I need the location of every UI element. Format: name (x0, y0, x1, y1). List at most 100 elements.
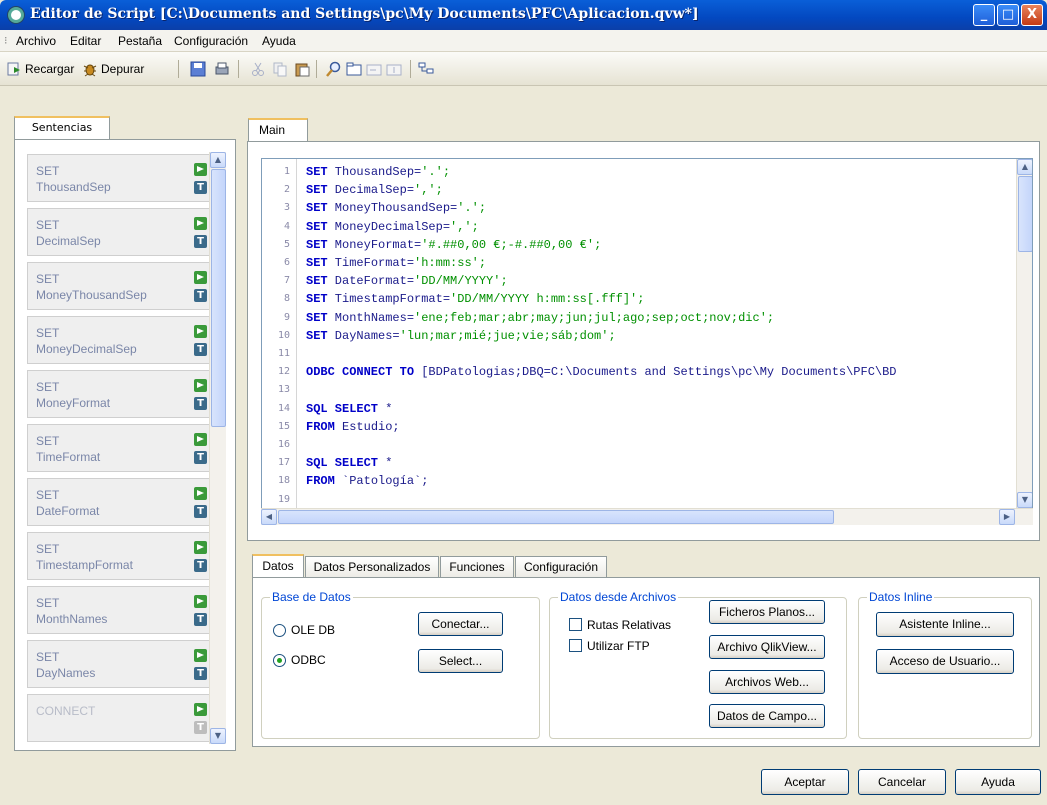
scroll-down-icon[interactable]: ▼ (1017, 492, 1032, 508)
reload-button[interactable]: Recargar (6, 58, 74, 80)
statement-item[interactable]: CONNECT T (27, 694, 213, 742)
editor-hscrollbar[interactable]: ◀ ▶ (261, 508, 1033, 525)
copy-icon[interactable] (272, 61, 288, 77)
statement-type-icon[interactable]: T (194, 667, 207, 680)
promote-tab-icon[interactable] (386, 61, 402, 77)
close-button[interactable]: X (1021, 4, 1043, 26)
menu-pestana[interactable]: Pestaña (118, 34, 162, 48)
statement-item[interactable]: SET MoneyDecimalSep T (27, 316, 213, 364)
go-to-statement-icon[interactable] (194, 433, 207, 446)
help-button[interactable]: Ayuda (955, 769, 1041, 795)
minimize-button[interactable]: _ (973, 4, 995, 26)
accept-button[interactable]: Aceptar (761, 769, 849, 795)
tab-datos[interactable]: Datos (252, 554, 304, 578)
statement-type-icon[interactable]: T (194, 451, 207, 464)
go-to-statement-icon[interactable] (194, 325, 207, 338)
save-icon[interactable] (190, 61, 206, 77)
statement-type-icon[interactable]: T (194, 559, 207, 572)
statement-item[interactable]: SET MoneyThousandSep T (27, 262, 213, 310)
go-to-statement-icon[interactable] (194, 217, 207, 230)
tab-configuracion[interactable]: Configuración (515, 556, 607, 578)
qlikview-file-button[interactable]: Archivo QlikView... (709, 635, 825, 659)
scroll-up-icon[interactable]: ▲ (1017, 159, 1032, 175)
print-icon[interactable] (214, 61, 230, 77)
statement-name: DecimalSep (36, 234, 101, 248)
connect-button[interactable]: Conectar... (418, 612, 503, 636)
tab-funciones[interactable]: Funciones (440, 556, 514, 578)
statement-type-icon[interactable]: T (194, 505, 207, 518)
field-data-button[interactable]: Datos de Campo... (709, 704, 825, 728)
go-to-statement-icon[interactable] (194, 703, 207, 716)
inline-wizard-button[interactable]: Asistente Inline... (876, 612, 1014, 637)
scroll-left-icon[interactable]: ◀ (261, 509, 277, 525)
scroll-thumb[interactable] (278, 510, 834, 524)
statement-name: TimeFormat (36, 450, 101, 464)
script-icon[interactable] (418, 61, 434, 77)
web-files-button[interactable]: Archivos Web... (709, 670, 825, 694)
use-ftp-checkbox[interactable] (569, 639, 582, 652)
title-bar: Editor de Script [C:\Documents and Setti… (0, 0, 1047, 30)
go-to-statement-icon[interactable] (194, 379, 207, 392)
menu-configuracion[interactable]: Configuración (174, 34, 248, 48)
go-to-statement-icon[interactable] (194, 163, 207, 176)
statements-scrollbar[interactable]: ▲ ▼ (209, 152, 226, 744)
go-to-statement-icon[interactable] (194, 649, 207, 662)
statement-type-icon[interactable]: T (194, 235, 207, 248)
code-line: SET MoneyThousandSep='.'; (306, 201, 486, 215)
code-text: MoneyThousandSep= (327, 201, 458, 216)
script-editor[interactable]: 1 SET ThousandSep='.'; 2 SET DecimalSep=','… (261, 158, 1033, 524)
statement-item[interactable]: SET DecimalSep T (27, 208, 213, 256)
cut-icon[interactable] (250, 61, 266, 77)
insert-tab-icon[interactable] (366, 61, 382, 77)
statement-type-icon[interactable]: T (194, 181, 207, 194)
tab-main[interactable]: Main (248, 118, 308, 142)
go-to-statement-icon[interactable] (194, 541, 207, 554)
statement-item[interactable]: SET DayNames T (27, 640, 213, 688)
menu-ayuda[interactable]: Ayuda (262, 34, 296, 48)
statement-type-icon[interactable]: T (194, 397, 207, 410)
code-line: SET TimeFormat='h:mm:ss'; (306, 256, 486, 270)
user-access-button[interactable]: Acceso de Usuario... (876, 649, 1014, 674)
find-icon[interactable] (326, 61, 342, 77)
scroll-right-icon[interactable]: ▶ (999, 509, 1015, 525)
code-text: DayNames= (327, 328, 400, 343)
line-number: 2 (283, 184, 290, 196)
new-tab-icon[interactable] (346, 61, 362, 77)
statement-item[interactable]: SET TimestampFormat T (27, 532, 213, 580)
flat-files-button[interactable]: Ficheros Planos... (709, 600, 825, 624)
statement-type-icon[interactable]: T (194, 721, 207, 734)
menu-archivo[interactable]: Archivo (16, 34, 56, 48)
go-to-statement-icon[interactable] (194, 271, 207, 284)
statement-item[interactable]: SET TimeFormat T (27, 424, 213, 472)
relative-paths-checkbox[interactable] (569, 618, 582, 631)
go-to-statement-icon[interactable] (194, 595, 207, 608)
line-number: 14 (277, 402, 290, 414)
data-panel: Base de Datos OLE DB ODBC Conectar... Se… (252, 577, 1040, 747)
scroll-down-icon[interactable]: ▼ (210, 728, 226, 744)
debug-button[interactable]: Depurar (82, 58, 144, 80)
tab-datos-personalizados[interactable]: Datos Personalizados (305, 556, 439, 578)
scroll-up-icon[interactable]: ▲ (210, 152, 226, 168)
odbc-radio[interactable] (273, 654, 286, 667)
statement-item[interactable]: SET MonthNames T (27, 586, 213, 634)
ole-db-radio[interactable] (273, 624, 286, 637)
statement-item[interactable]: SET MoneyFormat T (27, 370, 213, 418)
statement-type-icon[interactable]: T (194, 613, 207, 626)
statement-type-icon[interactable]: T (194, 289, 207, 302)
statement-item[interactable]: SET ThousandSep T (27, 154, 213, 202)
editor-vscrollbar[interactable]: ▲ ▼ (1016, 159, 1032, 509)
code-text: Estudio; (334, 419, 400, 434)
select-button[interactable]: Select... (418, 649, 503, 673)
maximize-button[interactable]: □ (997, 4, 1019, 26)
statement-type-icon[interactable]: T (194, 343, 207, 356)
scroll-thumb[interactable] (1018, 176, 1032, 252)
go-to-statement-icon[interactable] (194, 487, 207, 500)
paste-icon[interactable] (294, 61, 310, 77)
statement-item[interactable]: SET DateFormat T (27, 478, 213, 526)
menu-editar[interactable]: Editar (70, 34, 101, 48)
tab-sentencias[interactable]: Sentencias (14, 116, 110, 140)
scroll-thumb[interactable] (211, 169, 226, 427)
cancel-button[interactable]: Cancelar (858, 769, 946, 795)
statement-keyword: SET (36, 164, 60, 178)
line-number: 16 (277, 439, 290, 450)
